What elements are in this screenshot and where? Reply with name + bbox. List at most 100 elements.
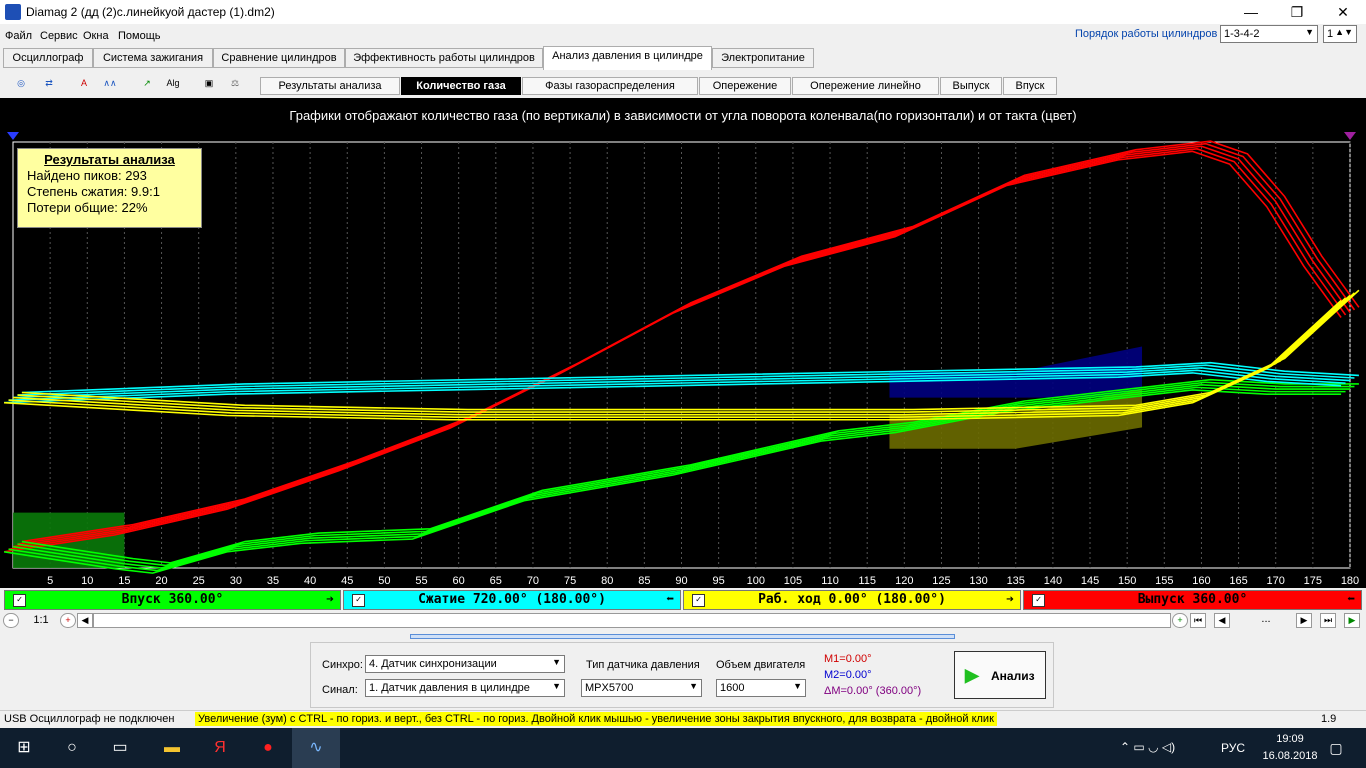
- algorithm-icon[interactable]: Alg: [162, 72, 184, 94]
- save-icon[interactable]: ▣: [198, 72, 220, 94]
- signal-select[interactable]: 1. Датчик давления в цилиндре ▼: [365, 679, 565, 697]
- stroke-intake-checkbox[interactable]: ✓: [13, 594, 26, 607]
- series-line: [12, 145, 1351, 548]
- tab-ignition[interactable]: Система зажигания: [93, 48, 213, 68]
- yandex-icon[interactable]: Я: [196, 728, 244, 768]
- diamag-taskbar-icon[interactable]: ∿: [292, 728, 340, 768]
- subtab-valve-timing[interactable]: Фазы газораспределения: [522, 77, 698, 95]
- prev-page-icon[interactable]: ◀: [1214, 613, 1230, 628]
- language-indicator[interactable]: РУС: [1221, 741, 1245, 755]
- x-tick-label: 135: [1007, 575, 1025, 587]
- sensor-type-label: Тип датчика давления: [586, 659, 700, 671]
- tab-power-supply[interactable]: Электропитание: [712, 48, 814, 68]
- signal-value: 1. Датчик давления в цилиндре: [369, 682, 530, 694]
- subtab-exhaust[interactable]: Выпуск: [940, 77, 1002, 95]
- gas-quantity-chart[interactable]: 5 10 15 20 25 30 35 40 45 50 55 60 65 70 75 80 85 90 95 100…: [0, 98, 1366, 588]
- panel-splitter[interactable]: [410, 634, 955, 639]
- windows-start-icon[interactable]: ⊞: [0, 728, 48, 768]
- maximize-button[interactable]: ❐: [1274, 0, 1320, 24]
- menu-service[interactable]: Сервис: [40, 30, 78, 42]
- hint-text: Увеличение (зум) с CTRL - по гориз. и ве…: [195, 712, 997, 726]
- page-indicator: ...: [1261, 613, 1271, 625]
- scales-icon[interactable]: ⚖: [224, 72, 246, 94]
- subtab-analysis-results[interactable]: Результаты анализа: [260, 77, 400, 95]
- zoom-out-icon[interactable]: −: [3, 613, 19, 628]
- stroke-power-checkbox[interactable]: ✓: [692, 594, 705, 607]
- cylinder-index-spinner[interactable]: 1 ▲▼: [1323, 25, 1357, 43]
- tab-pressure-analysis[interactable]: Анализ давления в цилиндре: [543, 46, 712, 70]
- search-icon[interactable]: ○: [48, 728, 96, 768]
- menu-file[interactable]: Файл: [5, 30, 32, 42]
- tray-icons[interactable]: ⌃ ▭ ◡ ◁): [1120, 740, 1175, 754]
- notifications-icon[interactable]: ▢: [1312, 728, 1360, 768]
- yandex-browser-icon[interactable]: ●: [244, 728, 292, 768]
- tab-cylinder-efficiency[interactable]: Эффективность работы цилиндров: [345, 48, 543, 68]
- scope-icon[interactable]: ◎: [10, 72, 32, 94]
- app-icon: [5, 4, 21, 20]
- stroke-compression-checkbox[interactable]: ✓: [352, 594, 365, 607]
- arrow-right-icon[interactable]: ➔: [326, 591, 334, 609]
- chart-area[interactable]: 5 10 15 20 25 30 35 40 45 50 55 60 65 70 75 80 85 90 95 100…: [0, 98, 1366, 588]
- menu-help[interactable]: Помощь: [118, 30, 161, 42]
- sync-select[interactable]: 4. Датчик синхронизации ▼: [365, 655, 565, 673]
- subtab-intake[interactable]: Впуск: [1003, 77, 1057, 95]
- last-page-icon[interactable]: ⏭: [1320, 613, 1336, 628]
- trend-icon[interactable]: ↗: [136, 72, 158, 94]
- horizontal-scrollbar[interactable]: [93, 613, 1171, 628]
- stroke-exhaust-bar[interactable]: ✓ Выпуск 360.00° ⬅: [1023, 590, 1362, 610]
- sensor-type-select[interactable]: MPX5700 ▼: [581, 679, 702, 697]
- x-tick-label: 150: [1118, 575, 1136, 587]
- arrow-right-icon[interactable]: ➔: [1006, 591, 1014, 609]
- x-tick-label: 125: [932, 575, 950, 587]
- waveform-icon[interactable]: ∧∧: [99, 72, 121, 94]
- arrow-left-icon[interactable]: ⬅: [666, 591, 674, 609]
- scroll-left-icon[interactable]: ◀: [77, 613, 93, 628]
- first-page-icon[interactable]: ⏮: [1190, 613, 1206, 628]
- analysis-results-box: Результаты анализа Найдено пиков: 293 Ст…: [17, 148, 202, 228]
- task-view-icon[interactable]: ▭: [96, 728, 144, 768]
- tab-cylinder-compare[interactable]: Сравнение цилиндров: [213, 48, 345, 68]
- cylinder-order-label: Порядок работы цилиндров: [1075, 28, 1218, 40]
- next-page-icon[interactable]: ▶: [1296, 613, 1312, 628]
- stroke-intake-bar[interactable]: ✓ Впуск 360.00° ➔: [4, 590, 341, 610]
- marker-m2: M2=0.00°: [824, 669, 872, 681]
- x-tick-label: 155: [1155, 575, 1173, 587]
- x-tick-label: 95: [713, 575, 725, 587]
- file-explorer-icon[interactable]: ▬: [148, 728, 196, 768]
- x-tick-label: 180: [1341, 575, 1359, 587]
- plot-frame: [12, 141, 1351, 569]
- chevron-down-icon: ▼: [552, 657, 561, 667]
- clock-time[interactable]: 19:09: [1265, 733, 1315, 745]
- subtab-advance-linear[interactable]: Опережение линейно: [792, 77, 939, 95]
- menu-windows[interactable]: Окна: [83, 30, 109, 42]
- stroke-exhaust-checkbox[interactable]: ✓: [1032, 594, 1045, 607]
- x-tick-label: 70: [527, 575, 539, 587]
- x-tick-label: 145: [1081, 575, 1099, 587]
- cylinder-order-select[interactable]: 1-3-4-2 ▼: [1220, 25, 1318, 43]
- auto-icon[interactable]: A: [73, 72, 95, 94]
- play-icon[interactable]: ▶: [1344, 613, 1360, 628]
- stroke-compression-label: Сжатие 720.00° (180.00°): [418, 592, 606, 607]
- x-tick-label: 50: [378, 575, 390, 587]
- usb-status: USB Осциллограф не подключен: [4, 713, 175, 725]
- cylinder-order-value: 1-3-4-2: [1224, 28, 1260, 40]
- x-tick-label: 20: [155, 575, 167, 587]
- stroke-power-bar[interactable]: ✓ Раб. ход 0.00° (180.00°) ➔: [683, 590, 1021, 610]
- x-tick-label: 175: [1304, 575, 1322, 587]
- minimize-button[interactable]: —: [1228, 0, 1274, 24]
- tab-oscilloscope[interactable]: Осциллограф: [3, 48, 93, 68]
- zoom-in-icon[interactable]: +: [60, 613, 76, 628]
- close-button[interactable]: ✕: [1320, 0, 1366, 24]
- title-bar: Diamag 2 (дд (2)с.линейкуой дастер (1).d…: [0, 0, 1366, 24]
- analyze-button[interactable]: ▶ Анализ: [954, 651, 1046, 699]
- subtab-gas-quantity[interactable]: Количество газа: [401, 77, 521, 95]
- subtab-advance[interactable]: Опережение: [699, 77, 791, 95]
- counter-icon[interactable]: ⇄: [38, 72, 60, 94]
- arrow-left-icon[interactable]: ⬅: [1347, 591, 1355, 609]
- series-line: [21, 140, 1360, 543]
- x-tick-label: 30: [230, 575, 242, 587]
- analyze-button-label: Анализ: [991, 669, 1035, 683]
- zoom-fit-icon[interactable]: +: [1172, 613, 1188, 628]
- stroke-compression-bar[interactable]: ✓ Сжатие 720.00° (180.00°) ⬅: [343, 590, 681, 610]
- engine-volume-select[interactable]: 1600 ▼: [716, 679, 806, 697]
